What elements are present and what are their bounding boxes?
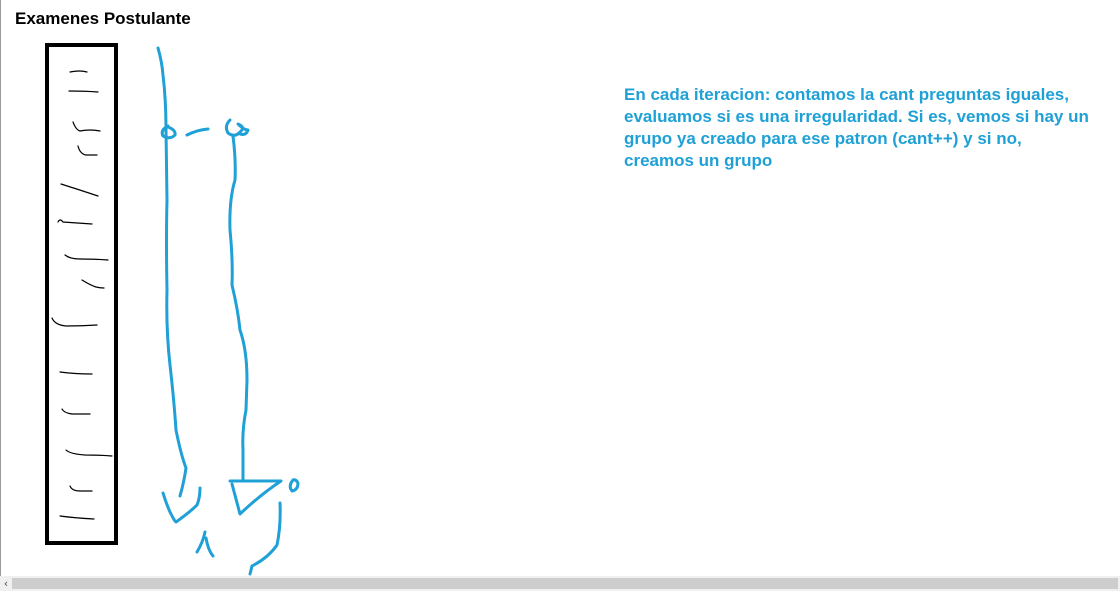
sketch-left-knot: [160, 124, 177, 140]
answer-mark: [72, 121, 101, 132]
answer-mark: [77, 145, 98, 156]
sketch-bottom-tail: [195, 530, 207, 554]
answer-mark: [65, 449, 113, 457]
answer-mark: [60, 183, 99, 197]
answer-mark: [69, 70, 88, 73]
sketch-right-vertical: [228, 134, 249, 482]
sketch-bottom-right-tail: [248, 501, 282, 576]
horizontal-scrollbar[interactable]: ‹: [0, 576, 1120, 591]
sketch-connector: [185, 127, 210, 137]
answer-mark: [51, 317, 98, 327]
sketch-dot: [288, 478, 300, 493]
sketch-left-vertical: [156, 46, 188, 498]
answer-mark: [57, 219, 93, 225]
sketch-triangle: [228, 479, 283, 516]
exam-answer-marks: [51, 70, 113, 520]
answer-mark: [69, 485, 93, 492]
chevron-left-icon[interactable]: ‹: [1, 576, 11, 591]
answer-mark: [61, 408, 91, 415]
answer-mark: [64, 254, 109, 261]
horizontal-scroll-thumb[interactable]: [12, 578, 1118, 589]
answer-mark: [59, 371, 93, 375]
iteration-note: En cada iteracion: contamos la cant preg…: [624, 85, 1089, 170]
blue-sketch-drawing: [156, 46, 300, 576]
sketch-right-knot: [224, 118, 250, 137]
exam-list-box: [45, 43, 118, 545]
sketch-bottom-tail: [204, 536, 215, 558]
answer-mark: [81, 279, 105, 289]
answer-mark: [68, 90, 99, 93]
answer-mark: [59, 515, 95, 520]
